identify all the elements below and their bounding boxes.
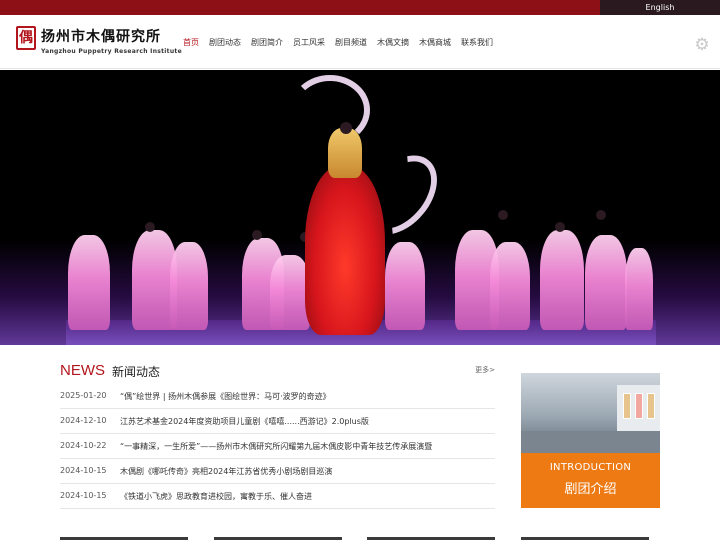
news-list: 2025-01-20 “偶”绘世界 | 扬州木偶参展《图绘世界：马可·波罗的奇迹… — [60, 384, 495, 509]
dancer-head — [498, 210, 508, 220]
news-item[interactable]: 2024-10-22 “一事精深，一生所爱”——扬州市木偶研究所闪耀第九届木偶皮… — [60, 434, 495, 459]
news-title[interactable]: 《铁道小飞虎》思政教育进校园，寓教于乐、催人奋进 — [120, 491, 312, 502]
site-logo[interactable]: 偶 扬州市木偶研究所 Yangzhou Puppetry Research In… — [16, 26, 182, 60]
dancer-figure — [490, 242, 530, 330]
hero-banner[interactable] — [0, 70, 720, 345]
news-title[interactable]: 江苏艺术基金2024年度资助项目儿童剧《嘻嘻......西游记》2.0plus版 — [120, 416, 369, 427]
main-nav: 首页 剧团动态 剧团简介 员工风采 剧目频道 木偶文摘 木偶商城 联系我们 — [178, 37, 498, 49]
dancer-head — [252, 230, 262, 240]
exhibit-poster — [623, 393, 631, 419]
news-item[interactable]: 2025-01-20 “偶”绘世界 | 扬州木偶参展《图绘世界：马可·波罗的奇迹… — [60, 384, 495, 409]
nav-item-repertoire[interactable]: 剧目频道 — [330, 37, 372, 49]
intro-heading-en: INTRODUCTION — [549, 462, 632, 473]
news-date: 2024-10-15 — [60, 466, 107, 475]
intro-card[interactable]: INTRODUCTION 剧团介绍 — [521, 373, 660, 508]
dancer-figure — [540, 230, 584, 330]
news-item[interactable]: 2024-10-15 木偶剧《哪吒传奇》亮相2024年江苏省优秀小剧场剧目巡演 — [60, 459, 495, 484]
logo-seal-icon: 偶 — [16, 26, 36, 50]
news-date: 2024-10-15 — [60, 491, 107, 500]
news-item[interactable]: 2024-10-15 《铁道小飞虎》思政教育进校园，寓教于乐、催人奋进 — [60, 484, 495, 509]
dancer-figure — [68, 235, 110, 330]
news-heading-cn: 新闻动态 — [112, 365, 161, 379]
exhibition-floor — [521, 431, 660, 453]
language-switch[interactable]: English — [600, 0, 720, 15]
nav-item-troupe-news[interactable]: 剧团动态 — [204, 37, 246, 49]
intro-heading-cn: 剧团介绍 — [564, 482, 617, 497]
dancer-head — [145, 222, 155, 232]
exhibit-poster — [647, 393, 655, 419]
dancer-figure — [385, 242, 425, 330]
dancer-head — [596, 210, 606, 220]
nav-item-articles[interactable]: 木偶文摘 — [372, 37, 414, 49]
lead-dancer-dress — [305, 165, 385, 335]
site-header: 偶 扬州市木偶研究所 Yangzhou Puppetry Research In… — [0, 15, 720, 69]
gear-icon[interactable]: ⚙ — [692, 35, 712, 55]
dancer-figure — [170, 242, 208, 330]
logo-title-en: Yangzhou Puppetry Research Institute — [41, 48, 182, 55]
news-date: 2024-10-22 — [60, 441, 107, 450]
exhibit-poster — [635, 393, 643, 419]
intro-photo — [521, 373, 660, 453]
news-section: NEWS 新闻动态 更多> 2025-01-20 “偶”绘世界 | 扬州木偶参展… — [60, 360, 495, 509]
lead-dancer-bodice — [328, 128, 362, 178]
news-header: NEWS 新闻动态 更多> — [60, 360, 495, 380]
nav-item-staff[interactable]: 员工风采 — [288, 37, 330, 49]
dancer-figure — [270, 255, 310, 330]
dancer-head — [555, 222, 565, 232]
news-title[interactable]: “偶”绘世界 | 扬州木偶参展《图绘世界：马可·波罗的奇迹》 — [120, 391, 331, 402]
dancer-figure — [625, 248, 653, 330]
news-title[interactable]: 木偶剧《哪吒传奇》亮相2024年江苏省优秀小剧场剧目巡演 — [120, 466, 332, 477]
intro-label-box[interactable]: INTRODUCTION 剧团介绍 — [521, 453, 660, 508]
news-more-link[interactable]: 更多> — [475, 365, 495, 375]
news-item[interactable]: 2024-12-10 江苏艺术基金2024年度资助项目儿童剧《嘻嘻......西… — [60, 409, 495, 434]
nav-item-shop[interactable]: 木偶商城 — [414, 37, 456, 49]
nav-item-home[interactable]: 首页 — [178, 37, 204, 49]
nav-item-troupe-intro[interactable]: 剧团简介 — [246, 37, 288, 49]
news-title[interactable]: “一事精深，一生所爱”——扬州市木偶研究所闪耀第九届木偶皮影中青年技艺传承展演暨 — [120, 441, 432, 452]
lead-dancer-head — [340, 122, 352, 134]
news-heading-en: NEWS — [60, 362, 105, 379]
logo-title-cn: 扬州市木偶研究所 — [41, 29, 161, 45]
news-date: 2024-12-10 — [60, 416, 107, 425]
nav-item-contact[interactable]: 联系我们 — [456, 37, 498, 49]
dancer-figure — [585, 235, 627, 330]
news-date: 2025-01-20 — [60, 391, 107, 400]
top-bar: English — [0, 0, 720, 15]
